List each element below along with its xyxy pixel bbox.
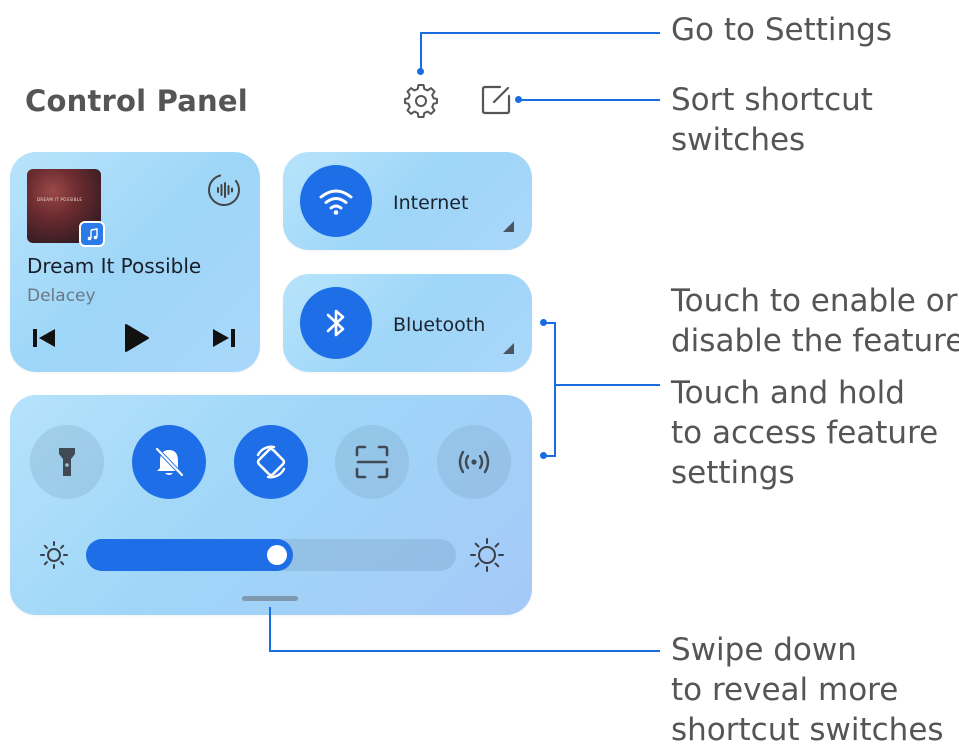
- wifi-icon: [319, 189, 353, 215]
- bluetooth-toggle[interactable]: [300, 287, 372, 359]
- screenshot-icon: [355, 445, 389, 479]
- callout-sort: Sort shortcut switches: [671, 80, 873, 160]
- callout-hold: Touch and hold to access feature setting…: [671, 373, 938, 493]
- callout-text: disable the feature: [671, 323, 959, 359]
- callout-text: shortcut switches: [671, 712, 944, 748]
- settings-button[interactable]: [402, 82, 440, 120]
- album-art-caption: DREAM IT POSSIBLE: [37, 197, 83, 202]
- shortcut-switches-panel: [10, 395, 532, 615]
- audio-output-button[interactable]: [206, 172, 242, 208]
- brightness-slider-fill: [86, 539, 293, 571]
- callout-text: Touch to enable or: [671, 283, 958, 319]
- brightness-high-icon: [469, 537, 505, 573]
- flashlight-toggle[interactable]: [30, 425, 104, 499]
- brightness-slider-thumb[interactable]: [267, 545, 287, 565]
- callout-text: settings: [671, 455, 795, 491]
- expand-indicator: [503, 221, 514, 232]
- leader-line: [420, 32, 660, 34]
- leader-dot: [417, 68, 424, 75]
- callout-settings: Go to Settings: [671, 10, 892, 50]
- song-title: Dream It Possible: [27, 254, 202, 278]
- callout-touch: Touch to enable or disable the feature: [671, 281, 959, 361]
- audio-wave-icon: [208, 174, 240, 206]
- brightness-slider[interactable]: [86, 539, 456, 571]
- callout-swipe: Swipe down to reveal more shortcut switc…: [671, 630, 944, 750]
- leader-dot: [540, 452, 547, 459]
- callout-text: Swipe down: [671, 632, 857, 668]
- hotspot-toggle[interactable]: [437, 425, 511, 499]
- callout-text: to reveal more: [671, 672, 899, 708]
- callout-text: Go to Settings: [671, 12, 892, 48]
- wifi-toggle[interactable]: [300, 165, 372, 237]
- play-icon: [125, 324, 149, 352]
- leader-line: [554, 384, 660, 386]
- expand-indicator: [503, 343, 514, 354]
- page-title: Control Panel: [25, 84, 248, 118]
- callout-text: to access feature: [671, 415, 939, 451]
- gear-icon: [404, 84, 438, 118]
- artist-name: Delacey: [27, 286, 96, 306]
- sort-shortcuts-button[interactable]: [478, 82, 514, 118]
- rotate-icon: [256, 445, 286, 479]
- previous-button[interactable]: [28, 324, 60, 352]
- callout-text: Touch and hold: [671, 375, 905, 411]
- leader-line: [554, 322, 556, 457]
- silent-mode-toggle[interactable]: [132, 425, 206, 499]
- callout-text: switches: [671, 122, 806, 158]
- bluetooth-label: Bluetooth: [393, 314, 486, 336]
- leader-dot: [540, 319, 547, 326]
- flashlight-icon: [59, 448, 75, 476]
- edit-icon: [481, 85, 511, 115]
- play-button[interactable]: [118, 320, 154, 356]
- bell-off-icon: [155, 447, 184, 477]
- internet-label: Internet: [393, 192, 469, 214]
- bluetooth-toggle-card[interactable]: Bluetooth: [283, 274, 532, 372]
- screenshot-toggle[interactable]: [335, 425, 409, 499]
- drag-handle[interactable]: [242, 596, 298, 601]
- skip-next-icon: [213, 329, 235, 347]
- hotspot-icon: [458, 450, 490, 474]
- music-note-icon: [87, 227, 98, 240]
- brightness-low-icon: [38, 539, 70, 571]
- bluetooth-icon: [326, 309, 345, 337]
- next-button[interactable]: [208, 324, 240, 352]
- media-player-card[interactable]: DREAM IT POSSIBLE Dream It Possible Dela…: [10, 152, 260, 372]
- leader-line: [269, 607, 271, 652]
- skip-previous-icon: [33, 329, 55, 347]
- leader-line: [420, 32, 422, 72]
- callout-text: Sort shortcut: [671, 82, 873, 118]
- leader-dot: [515, 96, 522, 103]
- auto-rotate-toggle[interactable]: [234, 425, 308, 499]
- music-app-badge: [79, 221, 105, 247]
- leader-line: [269, 650, 660, 652]
- leader-line: [518, 99, 660, 101]
- internet-toggle-card[interactable]: Internet: [283, 152, 532, 250]
